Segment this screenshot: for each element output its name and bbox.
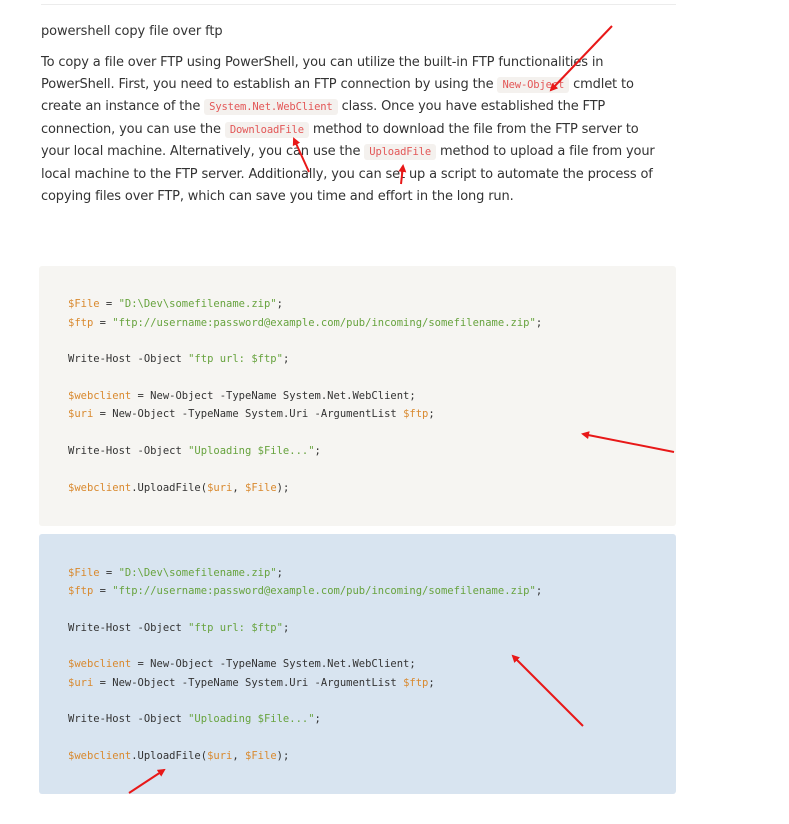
- code-block[interactable]: $File = "D:\Dev\somefilename.zip"; $ftp …: [39, 266, 676, 526]
- code-block-highlighted[interactable]: $File = "D:\Dev\somefilename.zip"; $ftp …: [39, 534, 676, 794]
- code-line: $webclient = New-Object -TypeName System…: [68, 658, 416, 670]
- code-line: Write-Host -Object "ftp url: $ftp";: [68, 622, 290, 634]
- top-divider: [41, 4, 676, 5]
- code-line: $ftp = "ftp://username:password@example.…: [68, 585, 543, 597]
- code-line: $webclient.UploadFile($uri, $File);: [68, 750, 290, 762]
- code-line: Write-Host -Object "Uploading $File...";: [68, 445, 321, 457]
- code-line: $File = "D:\Dev\somefilename.zip";: [68, 567, 283, 579]
- question-title: powershell copy file over ftp: [41, 24, 223, 39]
- code-line: Write-Host -Object "Uploading $File...";: [68, 713, 321, 725]
- code-line: $webclient = New-Object -TypeName System…: [68, 390, 416, 402]
- code-line: $uri = New-Object -TypeName System.Uri -…: [68, 408, 435, 420]
- code-line: $uri = New-Object -TypeName System.Uri -…: [68, 677, 435, 689]
- code-line: $File = "D:\Dev\somefilename.zip";: [68, 298, 283, 310]
- inline-code-webclient: System.Net.WebClient: [204, 99, 338, 116]
- inline-code-new-object: New-Object: [497, 76, 570, 93]
- code-line: $ftp = "ftp://username:password@example.…: [68, 317, 543, 329]
- answer-paragraph: To copy a file over FTP using PowerShell…: [41, 52, 666, 207]
- code-line: Write-Host -Object "ftp url: $ftp";: [68, 353, 290, 365]
- code-line: $webclient.UploadFile($uri, $File);: [68, 482, 290, 494]
- inline-code-downloadfile: DownloadFile: [224, 121, 309, 138]
- inline-code-uploadfile: UploadFile: [364, 144, 436, 161]
